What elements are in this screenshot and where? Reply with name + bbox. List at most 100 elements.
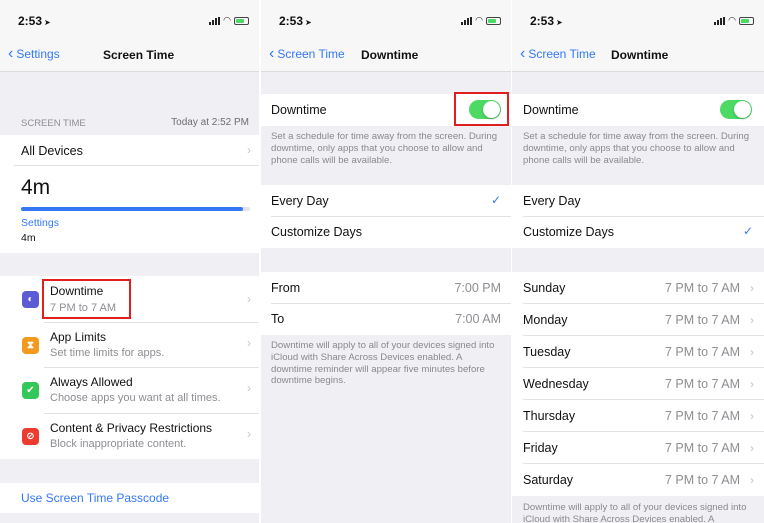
back-label: Screen Time bbox=[528, 47, 596, 61]
day-range: 7 PM to 7 AM bbox=[664, 281, 740, 295]
day-row-sunday[interactable]: Sunday 7 PM to 7 AM › bbox=[512, 272, 764, 303]
chevron-right-icon: › bbox=[750, 473, 754, 487]
downtime-toggle-label: Downtime bbox=[523, 103, 579, 117]
use-screen-time-passcode-link[interactable]: Use Screen Time Passcode bbox=[21, 491, 169, 505]
day-row-tuesday[interactable]: Tuesday 7 PM to 7 AM › bbox=[512, 336, 764, 367]
chevron-right-icon: › bbox=[750, 441, 754, 455]
location-arrow-icon: ➤ bbox=[556, 18, 563, 27]
screen-time-screen: 2:53 ➤ ◠ ‹ Settings Screen Time SCREEN TI… bbox=[0, 0, 259, 523]
check-badge-icon: ✔ bbox=[22, 382, 39, 399]
location-arrow-icon: ➤ bbox=[44, 18, 51, 27]
usage-bar bbox=[21, 207, 250, 211]
menu-item-title: Always Allowed bbox=[50, 375, 133, 389]
chevron-right-icon: › bbox=[247, 336, 251, 350]
back-button[interactable]: ‹ Screen Time bbox=[520, 46, 596, 62]
to-row[interactable]: To 7:00 AM bbox=[261, 304, 511, 335]
option-customize-days[interactable]: Customize Days ✓ bbox=[512, 217, 764, 248]
menu-item-always-allowed[interactable]: ✔ Always Allowed Choose apps you want at… bbox=[0, 368, 259, 413]
day-label: Thursday bbox=[523, 409, 576, 423]
downtime-toggle-cell: Downtime bbox=[512, 94, 764, 126]
day-row-saturday[interactable]: Saturday 7 PM to 7 AM › bbox=[512, 464, 764, 495]
chevron-right-icon: › bbox=[750, 345, 754, 359]
downtime-footnote: Downtime will apply to all of your devic… bbox=[523, 502, 747, 523]
chevron-left-icon: ‹ bbox=[269, 45, 275, 62]
downtime-screen-customize-days: 2:53 ➤ ◠ ‹ Screen Time Downtime Downtime … bbox=[512, 0, 764, 523]
chevron-right-icon: › bbox=[750, 377, 754, 391]
usage-bar-fill bbox=[21, 207, 244, 211]
status-time: 2:53 bbox=[18, 14, 43, 28]
passcode-cell: Use Screen Time Passcode bbox=[0, 483, 259, 513]
day-range: 7 PM to 7 AM bbox=[664, 377, 740, 391]
option-label: Every Day bbox=[271, 194, 329, 208]
usage-category-time: 4m bbox=[21, 232, 36, 244]
days-list: Sunday 7 PM to 7 AM › Monday 7 PM to 7 A… bbox=[512, 272, 764, 496]
option-every-day[interactable]: Every Day ✓ bbox=[261, 185, 511, 216]
day-label: Wednesday bbox=[523, 377, 589, 391]
back-label: Screen Time bbox=[277, 47, 345, 61]
chevron-right-icon: › bbox=[750, 409, 754, 423]
back-button[interactable]: ‹ Settings bbox=[8, 45, 60, 62]
downtime-footnote: Downtime will apply to all of your devic… bbox=[271, 340, 495, 387]
downtime-toggle-switch[interactable] bbox=[720, 100, 752, 119]
to-value: 7:00 AM bbox=[455, 312, 501, 326]
option-every-day[interactable]: Every Day bbox=[512, 185, 764, 216]
cellular-signal-icon bbox=[209, 16, 221, 25]
wifi-icon: ◠ bbox=[223, 15, 231, 25]
menu-item-app-limits[interactable]: ⧗ App Limits Set time limits for apps. › bbox=[0, 323, 259, 367]
toggle-highlight-box bbox=[454, 92, 509, 126]
all-devices-label[interactable]: All Devices bbox=[21, 144, 83, 158]
day-range: 7 PM to 7 AM bbox=[664, 473, 740, 487]
day-row-friday[interactable]: Friday 7 PM to 7 AM › bbox=[512, 432, 764, 463]
status-time: 2:53 bbox=[279, 14, 304, 28]
time-range-cell: From 7:00 PM To 7:00 AM bbox=[261, 272, 511, 335]
schedule-options: Every Day ✓ Customize Days bbox=[261, 185, 511, 248]
downtime-toggle-label: Downtime bbox=[271, 103, 327, 117]
status-time: 2:53 bbox=[530, 14, 555, 28]
day-row-thursday[interactable]: Thursday 7 PM to 7 AM › bbox=[512, 400, 764, 431]
day-range: 7 PM to 7 AM bbox=[664, 313, 740, 327]
day-row-monday[interactable]: Monday 7 PM to 7 AM › bbox=[512, 304, 764, 335]
usage-summary-card: All Devices › 4m Settings 4m bbox=[0, 135, 259, 253]
day-label: Friday bbox=[523, 441, 558, 455]
hourglass-icon: ⧗ bbox=[22, 337, 39, 354]
wifi-icon: ◠ bbox=[475, 15, 483, 25]
day-range: 7 PM to 7 AM bbox=[664, 345, 740, 359]
section-timestamp: Today at 2:52 PM bbox=[171, 117, 249, 128]
back-button[interactable]: ‹ Screen Time bbox=[269, 45, 345, 62]
chevron-right-icon: › bbox=[750, 281, 754, 295]
day-label: Tuesday bbox=[523, 345, 571, 359]
to-label: To bbox=[271, 312, 285, 326]
status-bar: 2:53 ➤ ◠ bbox=[261, 0, 511, 40]
option-customize-days[interactable]: Customize Days bbox=[261, 217, 511, 248]
navigation-bar: ‹ Screen Time Downtime bbox=[261, 40, 511, 72]
downtime-description: Set a schedule for time away from the sc… bbox=[523, 131, 750, 166]
menu-item-content-privacy[interactable]: ⊘ Content & Privacy Restrictions Block i… bbox=[0, 414, 259, 459]
total-time-value: 4m bbox=[21, 176, 51, 199]
location-arrow-icon: ➤ bbox=[305, 18, 312, 27]
status-bar: 2:53 ➤ ◠ bbox=[512, 0, 764, 40]
downtime-screen-every-day: 2:53 ➤ ◠ ‹ Screen Time Downtime Downtime … bbox=[261, 0, 511, 523]
menu-item-title: Content & Privacy Restrictions bbox=[50, 421, 213, 435]
chevron-right-icon: › bbox=[247, 381, 251, 395]
cellular-signal-icon bbox=[461, 16, 473, 25]
page-title: Screen Time bbox=[103, 48, 175, 62]
chevron-right-icon: › bbox=[247, 427, 251, 441]
page-title: Downtime bbox=[361, 48, 419, 62]
checkmark-icon: ✓ bbox=[743, 224, 754, 238]
from-label: From bbox=[271, 281, 301, 295]
option-label: Customize Days bbox=[523, 225, 614, 239]
chevron-left-icon: ‹ bbox=[8, 45, 14, 62]
cellular-signal-icon bbox=[714, 16, 726, 25]
chevron-right-icon: › bbox=[247, 143, 251, 157]
menu-item-subtitle: Set time limits for apps. bbox=[50, 347, 165, 359]
day-row-wednesday[interactable]: Wednesday 7 PM to 7 AM › bbox=[512, 368, 764, 399]
wifi-icon: ◠ bbox=[728, 15, 736, 25]
from-row[interactable]: From 7:00 PM bbox=[261, 272, 511, 303]
downtime-highlight-box bbox=[42, 279, 131, 319]
chevron-right-icon: › bbox=[247, 292, 251, 306]
section-header: SCREEN TIME bbox=[21, 118, 86, 129]
battery-icon bbox=[739, 16, 754, 25]
downtime-description: Set a schedule for time away from the sc… bbox=[271, 131, 498, 166]
downtime-icon: ◐ bbox=[22, 291, 39, 308]
option-label: Customize Days bbox=[271, 225, 362, 239]
